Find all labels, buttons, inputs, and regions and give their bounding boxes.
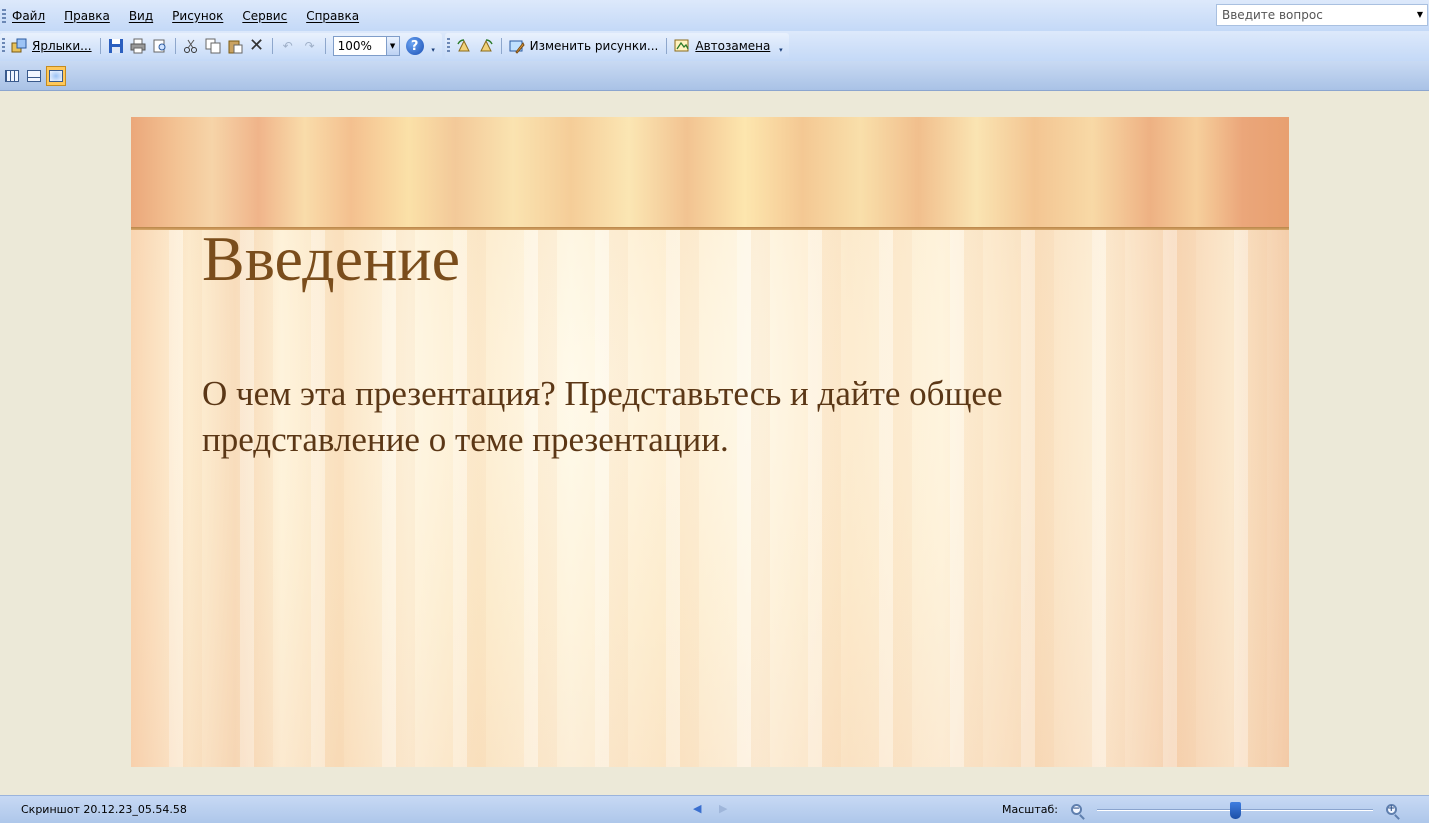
toolbar-picture-section: Изменить рисунки... Автозамена ▾	[444, 33, 790, 59]
rotate-left-icon[interactable]	[455, 37, 473, 55]
paste-icon[interactable]	[226, 37, 244, 55]
zoom-combo[interactable]: 100% ▼	[332, 36, 400, 56]
slide-header-band	[131, 117, 1289, 230]
menu-help[interactable]: Справка	[306, 9, 359, 23]
toolbar-separator	[271, 38, 273, 54]
toolbar-grip[interactable]	[2, 38, 5, 54]
zoom-dropdown-icon[interactable]: ▼	[386, 36, 400, 56]
menu-bar: Файл Правка Вид Рисунок Сервис Справка В…	[0, 0, 1429, 31]
single-view-icon	[49, 69, 63, 82]
toolbar-grip[interactable]	[446, 38, 450, 54]
autocorrect-button[interactable]: Автозамена	[695, 39, 770, 53]
slide-preview: Введение О чем эта презентация? Представ…	[131, 117, 1289, 767]
single-view-button[interactable]	[46, 65, 66, 86]
rotate-right-icon[interactable]	[477, 37, 495, 55]
ask-question-placeholder: Введите вопрос	[1222, 8, 1323, 22]
toolbar-separator	[666, 38, 668, 54]
thumbnails-view-button[interactable]	[2, 66, 22, 86]
menu-file[interactable]: Файл	[12, 9, 45, 23]
toolbar-overflow-icon[interactable]: ▾	[776, 38, 785, 54]
save-icon[interactable]	[107, 37, 125, 55]
status-filename: Скриншот 20.12.23_05.54.58	[21, 803, 187, 816]
copy-icon[interactable]	[204, 37, 222, 55]
zoom-slider-thumb[interactable]	[1229, 802, 1241, 819]
edit-pictures-button[interactable]: Изменить рисунки...	[530, 39, 659, 53]
menubar-grip[interactable]	[2, 8, 6, 23]
undo-icon[interactable]: ↶	[279, 37, 297, 55]
autocorrect-icon[interactable]	[673, 37, 691, 55]
print-preview-icon[interactable]	[151, 37, 169, 55]
edit-pictures-icon[interactable]	[508, 37, 526, 55]
menu-view[interactable]: Вид	[129, 9, 153, 23]
delete-icon[interactable]: ✕	[248, 37, 266, 55]
slide-background-stripes	[131, 230, 1289, 767]
toolbar-separator	[500, 38, 502, 54]
shortcuts-button[interactable]: Ярлыки...	[32, 39, 92, 53]
zoom-in-glyph: +	[1385, 803, 1397, 815]
print-icon[interactable]	[129, 37, 147, 55]
ask-question-field[interactable]: Введите вопрос ▼	[1216, 4, 1428, 26]
toolbar-main-section: Ярлыки... ✕ ↶ ↷ 100% ▼ ? ▾	[0, 33, 442, 59]
next-image-icon[interactable]: ▶	[719, 802, 727, 815]
ask-dropdown-icon[interactable]: ▼	[1413, 5, 1427, 25]
zoom-value-input[interactable]: 100%	[332, 36, 387, 56]
menu-tools[interactable]: Сервис	[242, 9, 287, 23]
menu-picture[interactable]: Рисунок	[172, 9, 223, 23]
zoom-label: Масштаб:	[1002, 803, 1058, 816]
toolbar-separator	[99, 38, 101, 54]
slide-body-text: О чем эта презентация? Представьтесь и д…	[202, 374, 1003, 459]
filmstrip-view-icon	[27, 69, 41, 82]
toolbar-separator	[324, 38, 326, 54]
filmstrip-view-button[interactable]	[24, 66, 44, 86]
menu-edit[interactable]: Правка	[64, 9, 110, 23]
toolbar-overflow-icon[interactable]: ▾	[429, 38, 438, 54]
status-bar: Скриншот 20.12.23_05.54.58 ◀ ▶ Масштаб: …	[0, 795, 1429, 823]
help-icon[interactable]: ?	[405, 37, 424, 55]
previous-image-icon[interactable]: ◀	[693, 802, 701, 815]
view-toolbar	[0, 61, 1429, 91]
redo-icon[interactable]: ↷	[301, 37, 319, 55]
cut-icon[interactable]	[182, 37, 200, 55]
zoom-out-icon[interactable]: −	[1068, 801, 1084, 817]
toolbar-separator	[174, 38, 176, 54]
thumbnails-view-icon	[5, 69, 19, 82]
shortcuts-icon[interactable]	[10, 37, 28, 55]
slide-title: Введение	[202, 223, 460, 294]
zoom-out-glyph: −	[1070, 803, 1082, 815]
zoom-in-icon[interactable]: +	[1383, 801, 1399, 817]
standard-toolbar: Ярлыки... ✕ ↶ ↷ 100% ▼ ? ▾ Изменить рису…	[0, 31, 1429, 61]
